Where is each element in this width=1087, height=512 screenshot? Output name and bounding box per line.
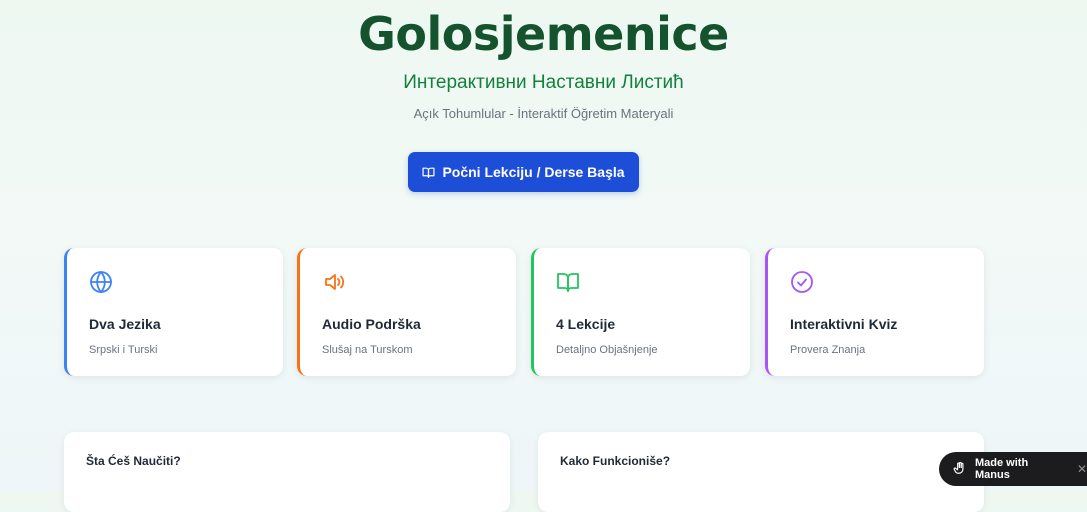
feature-title: Interaktivni Kviz [790, 316, 898, 332]
how-it-works-panel: Kako Funkcioniše? [538, 432, 984, 512]
learn-panel: Šta Ćeš Naučiti? [64, 432, 510, 512]
page-subtitle: Интерактивни Наставни Листић [403, 72, 684, 93]
check-circle-icon [790, 270, 814, 294]
feature-subtitle: Slušaj na Turskom [322, 344, 413, 356]
feature-title: Audio Podrška [322, 316, 421, 332]
learn-panel-title: Šta Ćeš Naučiti? [86, 454, 181, 468]
manus-hand-icon [953, 461, 967, 478]
feature-subtitle: Detaljno Objašnjenje [556, 344, 658, 356]
book-open-icon [422, 166, 435, 179]
feature-card-lessons: 4 Lekcije Detaljno Objašnjenje [531, 248, 750, 376]
page-title: Golosjemenice [358, 7, 729, 61]
made-with-manus-badge[interactable]: Made with Manus ✕ [939, 452, 1087, 486]
feature-card-languages: Dva Jezika Srpski i Turski [64, 248, 283, 376]
feature-title: 4 Lekcije [556, 316, 616, 332]
manus-badge-label: Made with Manus [975, 457, 1029, 481]
start-lesson-label: Počni Lekciju / Derse Başla [442, 164, 625, 180]
speaker-icon [322, 270, 346, 294]
feature-subtitle: Provera Znanja [790, 344, 866, 356]
feature-card-quiz: Interaktivni Kviz Provera Znanja [765, 248, 984, 376]
how-panel-title: Kako Funkcioniše? [560, 454, 671, 468]
book-icon [556, 270, 580, 294]
globe-icon [89, 270, 113, 294]
feature-subtitle: Srpski i Turski [89, 344, 158, 356]
page-subtitle-turkish: Açık Tohumlular - İnteraktif Öğretim Mat… [413, 106, 674, 121]
start-lesson-button[interactable]: Počni Lekciju / Derse Başla [408, 152, 639, 192]
feature-card-audio: Audio Podrška Slušaj na Turskom [297, 248, 516, 376]
feature-title: Dva Jezika [89, 316, 161, 332]
close-icon[interactable]: ✕ [1077, 462, 1087, 476]
